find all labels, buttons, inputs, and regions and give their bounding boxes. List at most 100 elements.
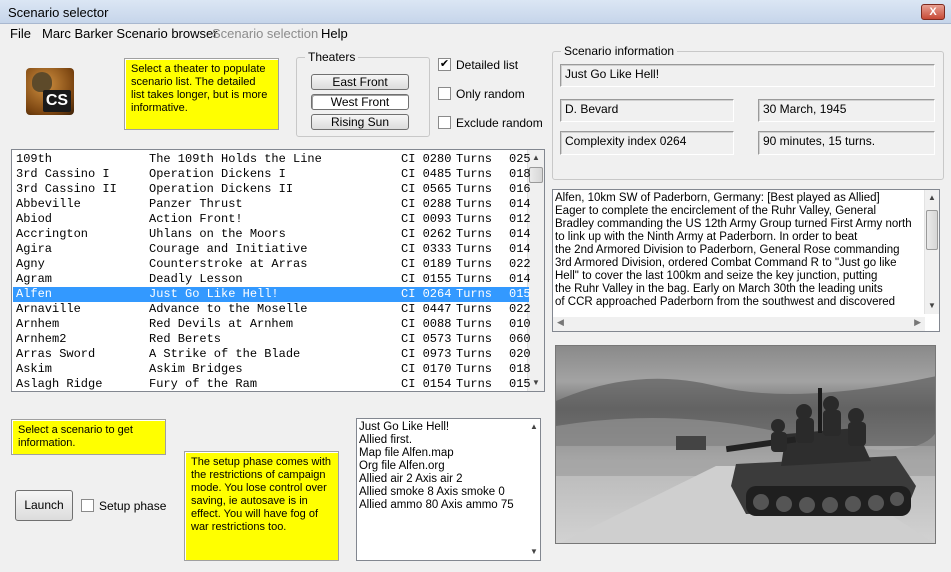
scenario-id: 3rd Cassino II (16, 182, 117, 196)
west-front-button[interactable]: West Front (311, 94, 409, 110)
menu-file[interactable]: File (10, 26, 31, 41)
list-item[interactable]: Arnhem2 Red Berets CI 0573 Turns 060 (13, 332, 531, 347)
turns-label: Turns (456, 332, 493, 346)
description-line: Bradley commanding the US 12th Army Grou… (555, 218, 912, 230)
soldier-helmet-graphic (32, 72, 52, 92)
description-text: Alfen, 10km SW of Paderborn, Germany: [B… (555, 192, 912, 309)
menu-marc-barker-browser[interactable]: Marc Barker Scenario browser (42, 26, 218, 41)
file-info-line: Allied ammo 80 Axis ammo 75 (359, 499, 514, 511)
complexity-index: CI 0447 (401, 302, 452, 316)
description-line: 3rd Armored Division, ordered Combat Com… (555, 257, 897, 269)
menu-scenario-selection[interactable]: Scenario selection (212, 26, 318, 41)
scenario-id: Accrington (16, 227, 89, 241)
list-item[interactable]: Arras Sword A Strike of the Blade CI 0973 T… (13, 347, 531, 362)
file-info-line: Allied smoke 8 Axis smoke 0 (359, 486, 505, 498)
down-arrow-icon[interactable]: ▼ (925, 298, 939, 314)
app-logo: CS (26, 68, 74, 115)
setup-hint-note: The setup phase comes with the restricti… (184, 451, 339, 561)
file-info-scrollbar[interactable]: ▲ ▼ (528, 419, 540, 560)
complexity-index: CI 0565 (401, 182, 452, 196)
turns-count: 025 (509, 152, 531, 166)
launch-button[interactable]: Launch (15, 490, 73, 521)
scenario-id: Abiod (16, 212, 53, 226)
turns-label: Turns (456, 272, 493, 286)
turns-count: 012 (509, 212, 531, 226)
up-arrow-icon[interactable]: ▲ (925, 190, 939, 206)
file-info-line: Map file Alfen.map (359, 447, 454, 459)
list-item[interactable]: Agram Deadly Lesson CI 0155 Turns 014 (13, 272, 531, 287)
complexity-index: CI 0264 (401, 287, 452, 301)
scenario-id: Arras Sword (16, 347, 96, 361)
down-arrow-icon[interactable]: ▼ (528, 544, 540, 560)
turns-label: Turns (456, 197, 493, 211)
east-front-button[interactable]: East Front (311, 74, 409, 90)
turns-count: 014 (509, 227, 531, 241)
scenario-id: Arnaville (16, 302, 81, 316)
list-item[interactable]: Askim Askim Bridges CI 0170 Turns 018 (13, 362, 531, 377)
scenario-description-box[interactable]: Alfen, 10km SW of Paderborn, Germany: [B… (552, 189, 940, 332)
description-line: of CCR approached Paderborn from the sou… (555, 296, 896, 308)
turns-label: Turns (456, 287, 493, 301)
scroll-thumb[interactable] (529, 167, 543, 183)
file-info-line: Just Go Like Hell! (359, 421, 450, 433)
close-button[interactable]: X (921, 4, 945, 20)
scenario-id: Askim (16, 362, 53, 376)
checkmark-icon: ✔ (439, 58, 450, 70)
list-item[interactable]: Arnaville Advance to the Moselle CI 0447 Tu… (13, 302, 531, 317)
turns-count: 018 (509, 362, 531, 376)
title-bar: Scenario selector X (0, 0, 951, 24)
scenario-id: Agira (16, 242, 53, 256)
turns-count: 015 (509, 377, 531, 391)
file-info-line: Org file Alfen.org (359, 460, 445, 472)
turns-count: 015 (509, 287, 531, 301)
list-item[interactable]: 3rd Cassino I Operation Dickens I CI 0485 T… (13, 167, 531, 182)
right-arrow-icon[interactable]: ▶ (914, 317, 921, 328)
scenario-list[interactable]: ▲ ▼ 109th The 109th Holds the Line CI 0280… (11, 149, 545, 392)
detailed-list-checkbox[interactable]: ✔ (438, 58, 451, 71)
list-item[interactable]: Agny Counterstroke at Arras CI 0189 Turns 02… (13, 257, 531, 272)
scenario-name: Just Go Like Hell! (149, 287, 279, 301)
list-item[interactable]: 109th The 109th Holds the Line CI 0280 Turn… (13, 152, 531, 167)
file-info-line: Allied first. (359, 434, 413, 446)
list-item[interactable]: Agira Courage and Initiative CI 0333 Turns 0… (13, 242, 531, 257)
only-random-checkbox[interactable] (438, 87, 451, 100)
turns-label: Turns (456, 347, 493, 361)
up-arrow-icon[interactable]: ▲ (528, 419, 540, 435)
list-item[interactable]: 3rd Cassino II Operation Dickens II CI 056… (13, 182, 531, 197)
list-item[interactable]: Abbeville Panzer Thrust CI 0288 Turns 014 (13, 197, 531, 212)
description-vscrollbar[interactable]: ▲ ▼ (924, 190, 939, 314)
list-item[interactable]: Aslagh Ridge Fury of the Ram CI 0154 Turns 0… (13, 377, 531, 391)
rising-sun-button[interactable]: Rising Sun (311, 114, 409, 130)
scenario-id: Alfen (16, 287, 53, 301)
list-item[interactable]: Abiod Action Front! CI 0093 Turns 012 (13, 212, 531, 227)
date-field: 30 March, 1945 (758, 99, 935, 122)
scenario-name: Red Devils at Arnhem (149, 317, 294, 331)
turns-count: 060 (509, 332, 531, 346)
scenario-title-field: Just Go Like Hell! (560, 64, 935, 87)
menu-help[interactable]: Help (321, 26, 348, 41)
description-line: the 2nd Armored Division to Paderborn, G… (555, 244, 900, 256)
list-item[interactable]: Accrington Uhlans on the Moors CI 0262 Turn… (13, 227, 531, 242)
left-arrow-icon[interactable]: ◀ (557, 317, 564, 328)
list-item[interactable]: Alfen Just Go Like Hell! CI 0264 Turns 015 (13, 287, 531, 302)
turns-label: Turns (456, 152, 493, 166)
scroll-thumb[interactable] (926, 210, 938, 250)
complexity-index: CI 0088 (401, 317, 452, 331)
turns-label: Turns (456, 167, 493, 181)
scenario-file-info-box[interactable]: Just Go Like Hell! Allied first. Map file … (356, 418, 541, 561)
scenario-name: Panzer Thrust (149, 197, 243, 211)
author-field: D. Bevard (560, 99, 734, 122)
list-item[interactable]: Arnhem Red Devils at Arnhem CI 0088 Turns 01… (13, 317, 531, 332)
description-line: Eager to complete the encirclement of th… (555, 205, 877, 217)
turns-count: 014 (509, 197, 531, 211)
scenario-info-label: Scenario information (561, 44, 678, 58)
turns-count: 022 (509, 257, 531, 271)
description-hscrollbar[interactable]: ◀ ▶ (553, 317, 925, 331)
exclude-random-checkbox[interactable] (438, 116, 451, 129)
scenario-id: Arnhem (16, 317, 60, 331)
turns-label: Turns (456, 377, 493, 391)
complexity-index: CI 0485 (401, 167, 452, 181)
turns-count: 014 (509, 272, 531, 286)
turns-count: 010 (509, 317, 531, 331)
setup-phase-checkbox[interactable] (81, 499, 94, 512)
